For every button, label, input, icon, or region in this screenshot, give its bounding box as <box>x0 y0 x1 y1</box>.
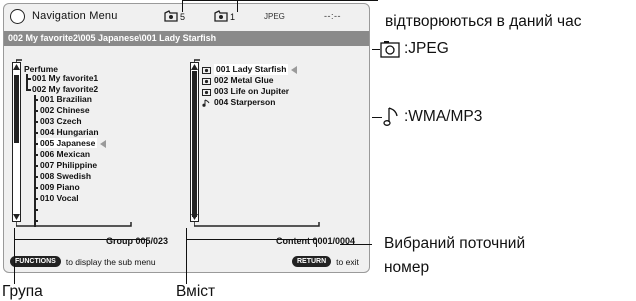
tree-item[interactable]: 002 Chinese <box>40 105 90 116</box>
content-label: 004 Starperson <box>214 97 276 107</box>
group-scrollbar[interactable] <box>12 62 21 222</box>
camera-icon <box>380 41 400 58</box>
content-panel: 001 Lady Starfish 002 Metal Glue 003 Lif… <box>190 54 364 229</box>
callout-line <box>237 0 239 12</box>
callout-line <box>340 244 372 246</box>
content-label: 002 Metal Glue <box>214 75 274 85</box>
content-item[interactable]: 002 Metal Glue <box>202 75 274 86</box>
scroll-up-icon[interactable] <box>13 64 20 70</box>
content-label: 001 Lady Starfish <box>214 64 289 75</box>
path-bar: 002 My favorite2\005 Japanese\001 Lady S… <box>4 31 369 46</box>
callout-line <box>372 117 382 119</box>
content-item[interactable]: 004 Starperson <box>202 97 275 108</box>
group-info: Group 005/023 <box>106 236 169 246</box>
tree-item[interactable]: 001 Brazilian <box>40 94 92 105</box>
group-count-value: 5 <box>180 12 186 22</box>
return-text: to exit <box>336 256 359 267</box>
return-button[interactable]: RETURN <box>292 256 332 267</box>
content-item-selected[interactable]: 001 Lady Starfish <box>202 64 298 75</box>
content-scrollbar[interactable] <box>190 62 199 222</box>
folder-content-icon <box>214 10 228 22</box>
camera-icon <box>202 77 211 85</box>
callout-line <box>182 0 184 12</box>
return-hint: RETURN to exit <box>292 256 359 267</box>
scroll-thumb[interactable] <box>192 71 197 217</box>
annotation-playing-now: відтворюються в даний час <box>385 13 582 30</box>
menu-circle-icon <box>10 9 25 24</box>
tree-item[interactable]: 004 Hungarian <box>40 127 99 138</box>
annotation-content: Вміст <box>176 283 216 300</box>
scroll-thumb[interactable] <box>14 75 19 143</box>
annotation-wma-mp3: :WMA/MP3 <box>404 108 483 125</box>
music-note-icon <box>202 99 210 107</box>
format-indicator: JPEG <box>264 12 285 21</box>
tree-item[interactable]: 008 Swedish <box>40 171 91 182</box>
selection-arrow-icon <box>100 139 107 148</box>
callout-line <box>14 239 146 241</box>
callout-line <box>186 228 188 284</box>
music-note-icon <box>383 107 398 126</box>
group-panel: Perfume 001 My favorite1 002 My favorite… <box>12 54 186 229</box>
tree-item[interactable]: 006 Mexican <box>40 149 90 160</box>
folder-group-icon <box>164 10 178 22</box>
functions-text: to display the sub menu <box>65 256 156 267</box>
content-count: 1 <box>214 10 235 22</box>
tree-item[interactable]: 007 Philippine <box>40 160 97 171</box>
functions-button[interactable]: FUNCTIONS <box>10 256 61 267</box>
clock-display: --:-- <box>324 11 341 21</box>
functions-hint: FUNCTIONS to display the sub menu <box>10 256 156 267</box>
annotation-jpeg: :JPEG <box>404 40 449 57</box>
top-bar: Navigation Menu 5 1 JPEG --:-- <box>4 4 369 31</box>
tree-item[interactable]: 001 My favorite1 <box>32 73 98 84</box>
callout-line <box>146 239 148 247</box>
tree-item[interactable]: 010 Vocal <box>40 193 79 204</box>
annotation-group: Група <box>2 283 43 300</box>
scroll-down-icon[interactable] <box>191 214 198 220</box>
callout-line <box>182 0 378 2</box>
camera-icon <box>202 66 211 74</box>
annotation-current-number: Вибраний поточний <box>384 235 526 252</box>
content-item[interactable]: 003 Life on Jupiter <box>202 86 289 97</box>
callout-line <box>186 239 316 241</box>
tree-item[interactable]: 003 Czech <box>40 116 82 127</box>
callout-line <box>372 49 380 51</box>
camera-icon <box>202 88 211 96</box>
tree-item-selected[interactable]: 005 Japanese <box>38 138 107 149</box>
menu-title: Navigation Menu <box>32 10 118 22</box>
scroll-up-icon[interactable] <box>191 64 198 70</box>
callout-line <box>316 239 318 247</box>
tree-item-label: 005 Japanese <box>38 138 98 148</box>
content-label: 003 Life on Jupiter <box>214 86 290 96</box>
scroll-down-icon[interactable] <box>13 214 20 220</box>
selection-arrow-icon <box>291 65 298 74</box>
tree-item[interactable]: 009 Piano <box>40 182 80 193</box>
callout-line <box>14 228 16 284</box>
content-count-value: 1 <box>230 12 236 22</box>
annotation-current-number-2: номер <box>384 259 430 276</box>
